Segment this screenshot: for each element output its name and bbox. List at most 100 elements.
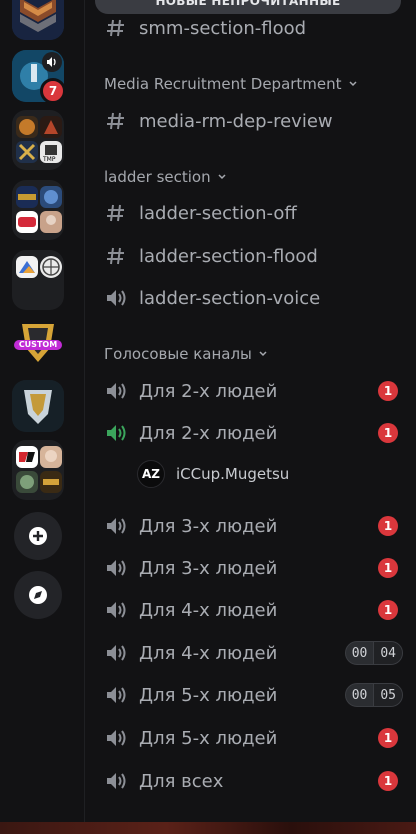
server-folder-warcraft[interactable]: [12, 180, 64, 240]
folder-item-icon: [16, 471, 38, 493]
channel-label: media-rm-dep-review: [139, 110, 333, 132]
voice-channel[interactable]: Для 2-х людей 1: [95, 372, 409, 410]
channel-label: smm-section-flood: [139, 17, 307, 39]
user-limit-pill: 00 04: [344, 641, 403, 665]
add-server-icon: [29, 527, 47, 545]
channel-label: Для 5-х людей: [139, 727, 278, 749]
folder-item-icon: [16, 446, 38, 468]
svg-text:TMP: TMP: [42, 156, 56, 163]
user-count: 00: [351, 645, 368, 661]
user-limit: 04: [373, 642, 402, 664]
channel-ladder-section-voice[interactable]: ladder-section-voice: [95, 279, 409, 317]
hash-icon: [104, 244, 128, 268]
speaker-icon: [104, 514, 128, 538]
mention-badge: 1: [378, 771, 398, 791]
chevron-down-icon: [349, 81, 357, 87]
hash-icon: [104, 201, 128, 225]
speaker-active-icon: [104, 421, 128, 445]
channel-label: Для 5-х людей: [139, 684, 278, 706]
channel-label: ladder-section-voice: [139, 287, 321, 309]
mention-badge: 1: [378, 516, 398, 536]
channel-label: Для 2-х людей: [139, 422, 278, 444]
server-custom[interactable]: CUSTOM: [12, 318, 64, 370]
mention-badge: 1: [378, 600, 398, 620]
folder-item-icon: [40, 116, 62, 138]
mention-badge: 1: [378, 423, 398, 443]
speaker-icon: [104, 726, 128, 750]
voice-channel[interactable]: Для 5-х людей 00 05: [95, 676, 409, 714]
folder-item-icon: [40, 186, 62, 208]
voice-channel[interactable]: Для 4-х людей 1: [95, 591, 409, 629]
user-limit: 05: [373, 684, 402, 706]
discover-button[interactable]: [14, 571, 62, 619]
server-folder-map[interactable]: [12, 250, 64, 310]
category-label: Media Recruitment Department: [104, 75, 342, 93]
mention-badge: 1: [378, 381, 398, 401]
user-panel-banner: [0, 822, 416, 834]
folder-item-icon: [16, 186, 38, 208]
speaker-icon: [104, 683, 128, 707]
speaker-icon: [104, 379, 128, 403]
hash-icon: [104, 16, 128, 40]
avatar: AZ: [137, 460, 165, 488]
voice-user-name: iCCup.Mugetsu: [176, 465, 290, 483]
channel-media-rm-dep-review[interactable]: media-rm-dep-review: [95, 102, 409, 140]
category-media-recruitment[interactable]: Media Recruitment Department: [104, 75, 358, 93]
chevron-down-icon: [259, 351, 267, 357]
speaker-icon: [104, 641, 128, 665]
voice-channel[interactable]: Для 3-х людей 1: [95, 549, 409, 587]
voice-channel[interactable]: Для всех 1: [95, 762, 409, 800]
channel-label: Для 3-х людей: [139, 515, 278, 537]
user-count: 00: [351, 687, 368, 703]
speaker-icon: [104, 556, 128, 580]
speaker-icon: [104, 286, 128, 310]
channel-label: ladder-section-off: [139, 202, 297, 224]
compass-icon: [29, 586, 47, 604]
folder-item-icon: TMP: [40, 141, 62, 163]
mention-badge: 1: [378, 728, 398, 748]
channel-label: Для 3-х людей: [139, 557, 278, 579]
emblem-icon: [12, 380, 64, 432]
voice-channel-active[interactable]: Для 2-х людей 1: [95, 414, 409, 452]
user-limit-pill: 00 05: [344, 683, 403, 707]
speaker-icon: [104, 769, 128, 793]
category-ladder-section[interactable]: ladder section: [104, 168, 227, 186]
server-chevron-rank[interactable]: [12, 0, 64, 40]
hash-icon: [104, 109, 128, 133]
speaker-icon: [104, 598, 128, 622]
category-label: Голосовые каналы: [104, 345, 252, 363]
mention-badge: 1: [378, 558, 398, 578]
channel-list: НОВЫЕ НЕПРОЧИТАННЫЕ smm-section-flood Me…: [84, 0, 416, 834]
folder-item-icon: [16, 141, 38, 163]
chevron-down-icon: [218, 174, 226, 180]
voice-user[interactable]: AZ iCCup.Mugetsu: [137, 459, 289, 489]
channel-label: Для 4-х людей: [139, 599, 278, 621]
server-rank-emblem[interactable]: [12, 380, 64, 432]
channel-smm-section-flood[interactable]: smm-section-flood: [95, 9, 409, 47]
channel-ladder-section-off[interactable]: ladder-section-off: [95, 194, 409, 232]
server-folder-games[interactable]: TMP: [12, 110, 64, 170]
category-voice-channels[interactable]: Голосовые каналы: [104, 345, 268, 363]
channel-label: Для 4-х людей: [139, 642, 278, 664]
folder-item-icon: [40, 256, 62, 278]
folder-item-icon: [40, 211, 62, 233]
folder-item-icon: [40, 471, 62, 493]
folder-item-icon: [16, 256, 38, 278]
voice-channel[interactable]: Для 4-х людей 00 04: [95, 634, 409, 672]
custom-label: CUSTOM: [18, 340, 58, 349]
server-folder-legends[interactable]: [12, 440, 64, 500]
voice-channel[interactable]: Для 3-х людей 1: [95, 507, 409, 545]
channel-ladder-section-flood[interactable]: ladder-section-flood: [95, 237, 409, 275]
channel-label: Для 2-х людей: [139, 380, 278, 402]
speaker-icon: [42, 52, 62, 72]
voice-channel[interactable]: Для 5-х людей 1: [95, 719, 409, 757]
add-server-button[interactable]: [14, 512, 62, 560]
channel-label: ladder-section-flood: [139, 245, 318, 267]
chevron-rank-icon: [12, 0, 64, 40]
category-label: ladder section: [104, 168, 211, 186]
folder-item-icon: [40, 446, 62, 468]
server-rail: 7 TMP CUSTOM: [0, 0, 76, 834]
server-mention-badge: 7: [40, 78, 66, 104]
channel-label: Для всех: [139, 770, 224, 792]
folder-item-icon: [16, 211, 38, 233]
